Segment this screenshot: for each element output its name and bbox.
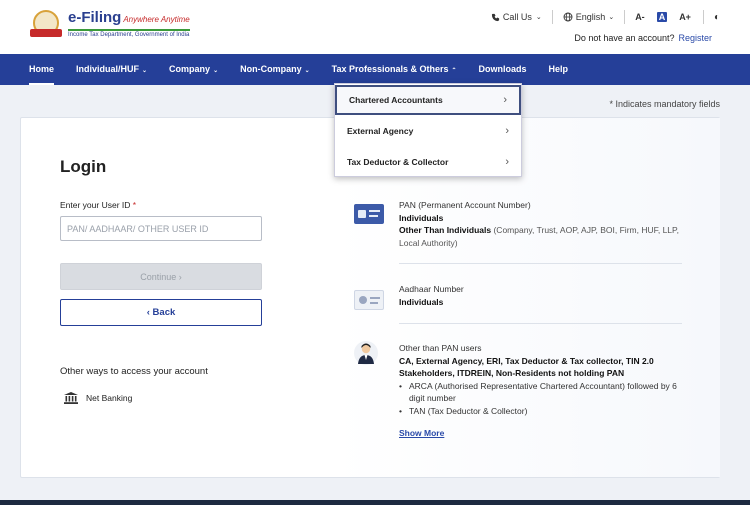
font-decrease-button[interactable]: A-: [635, 12, 645, 22]
menu-item-external-agency[interactable]: External Agency ›: [335, 116, 521, 146]
show-more-link[interactable]: Show More: [399, 428, 444, 438]
call-us-menu[interactable]: Call Us ⌄: [481, 12, 552, 22]
chevron-down-icon: ⌄: [608, 14, 615, 21]
main-nav: Home Individual/HUF ⌄ Company ⌄ Non-Compan…: [0, 54, 750, 85]
chevron-right-icon: ›: [503, 94, 507, 106]
menu-item-tax-deductor-collector[interactable]: Tax Deductor & Collector ›: [335, 147, 521, 177]
pan-card-icon: [354, 204, 384, 224]
chevron-up-icon: ⌃: [451, 68, 457, 74]
aadhaar-info: Aadhaar Number Individuals: [399, 284, 464, 307]
nav-company[interactable]: Company ⌄: [158, 54, 229, 85]
userid-label: Enter your User ID *: [60, 200, 137, 210]
page-title: Login: [60, 157, 107, 176]
chevron-right-icon: ›: [505, 125, 509, 137]
no-account-text: Do not have an account?: [574, 33, 675, 43]
brand-subtitle: Income Tax Department, Government of Ind…: [68, 29, 190, 38]
chevron-left-icon: ‹: [146, 307, 150, 318]
language-select[interactable]: English ⌄: [553, 12, 624, 22]
userid-input[interactable]: [60, 216, 262, 241]
top-header: e-Filing Anywhere Anytime Income Tax Depa…: [0, 0, 750, 54]
other-pan-info: Other than PAN users CA, External Agency…: [399, 342, 689, 417]
chevron-down-icon: ⌄: [535, 14, 542, 21]
pan-info: PAN (Permanent Account Number) Individua…: [399, 200, 679, 248]
nav-downloads[interactable]: Downloads: [468, 54, 538, 85]
chevron-down-icon: ⌄: [213, 68, 219, 74]
chevron-down-icon: ⌄: [142, 68, 148, 74]
brand-name: e-Filing: [68, 9, 122, 26]
back-button[interactable]: ‹ Back: [60, 299, 262, 326]
mandatory-note: * Indicates mandatory fields: [609, 99, 720, 109]
nav-home[interactable]: Home: [18, 54, 65, 85]
globe-icon: [563, 12, 573, 22]
nav-tax-professionals[interactable]: Tax Professionals & Others ⌃: [321, 54, 468, 85]
required-mark: *: [132, 200, 137, 210]
phone-icon: [491, 13, 499, 21]
utility-bar: Call Us ⌄ English ⌄ A- A A+ ◐: [481, 10, 720, 24]
call-us-label: Call Us: [502, 12, 532, 22]
other-ways-heading: Other ways to access your account: [60, 366, 208, 377]
chevron-down-icon: ⌄: [304, 68, 310, 74]
chevron-right-icon: ›: [178, 271, 182, 282]
nav-help[interactable]: Help: [538, 54, 580, 85]
chevron-right-icon: ›: [505, 156, 509, 168]
font-increase-button[interactable]: A+: [679, 12, 691, 22]
id-type-list: ARCA (Authorised Representative Chartere…: [399, 380, 689, 418]
continue-button[interactable]: Continue ›: [60, 263, 262, 290]
emblem-icon: [30, 10, 64, 40]
efiling-logo[interactable]: e-Filing Anywhere Anytime Income Tax Depa…: [30, 10, 190, 40]
language-label: English: [575, 12, 606, 22]
brand-tagline: Anywhere Anytime: [123, 15, 190, 24]
list-item: ARCA (Authorised Representative Chartere…: [399, 380, 689, 405]
contrast-icon[interactable]: ◐: [714, 12, 720, 23]
list-item: TAN (Tax Deductor & Collector): [399, 405, 689, 418]
net-banking-link[interactable]: Net Banking: [64, 392, 132, 404]
register-link[interactable]: Register: [678, 33, 712, 43]
professional-user-icon: [353, 340, 379, 368]
bank-icon: [64, 392, 78, 404]
aadhaar-card-icon: [354, 290, 384, 310]
menu-item-chartered-accountants[interactable]: Chartered Accountants ›: [335, 85, 521, 115]
footer-strip: [0, 500, 750, 505]
nav-non-company[interactable]: Non-Company ⌄: [229, 54, 321, 85]
font-normal-button[interactable]: A: [656, 12, 668, 22]
register-prompt: Do not have an account? Register: [574, 33, 712, 43]
tax-professionals-dropdown: Chartered Accountants › External Agency › …: [334, 83, 522, 177]
nav-individual-huf[interactable]: Individual/HUF ⌄: [65, 54, 158, 85]
